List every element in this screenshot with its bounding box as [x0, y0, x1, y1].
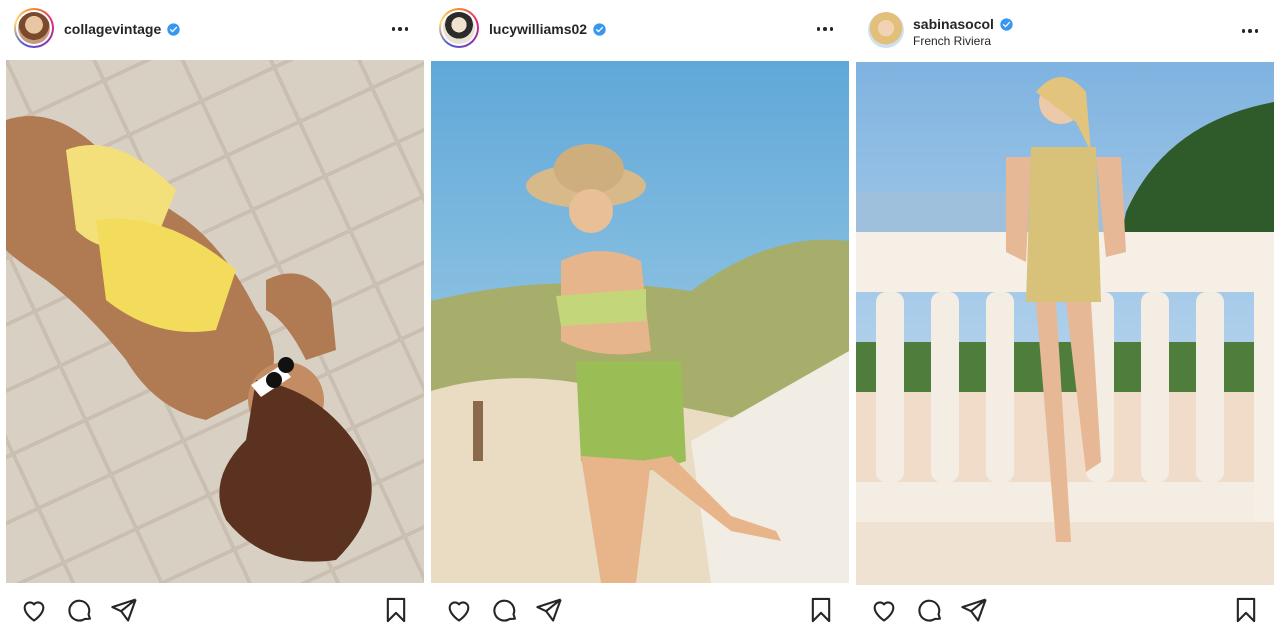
post-card: sabinasocol French Riviera	[856, 0, 1274, 631]
paper-plane-icon[interactable]	[960, 596, 988, 624]
bookmark-icon[interactable]	[382, 596, 410, 624]
post-actions	[856, 592, 1274, 628]
more-options-icon[interactable]	[390, 19, 410, 39]
bookmark-icon[interactable]	[1232, 596, 1260, 624]
paper-plane-icon[interactable]	[535, 596, 563, 624]
comment-icon[interactable]	[66, 596, 94, 624]
comment-icon[interactable]	[916, 596, 944, 624]
bookmark-icon[interactable]	[807, 596, 835, 624]
post-card: lucywilliams02	[431, 0, 849, 631]
comment-icon[interactable]	[491, 596, 519, 624]
post-card: collagevintage	[6, 0, 424, 631]
post-photo[interactable]	[431, 61, 849, 583]
post-header: sabinasocol French Riviera	[856, 0, 1274, 60]
post-location[interactable]: French Riviera	[913, 34, 1013, 48]
username[interactable]: collagevintage	[64, 21, 161, 37]
username[interactable]: sabinasocol	[913, 16, 994, 32]
paper-plane-icon[interactable]	[110, 596, 138, 624]
post-photo[interactable]	[6, 60, 424, 583]
post-photo[interactable]	[856, 62, 1274, 585]
avatar[interactable]	[439, 8, 479, 48]
heart-icon[interactable]	[445, 596, 473, 624]
verified-badge-icon	[167, 22, 180, 36]
more-options-icon[interactable]	[1240, 21, 1260, 41]
post-actions	[431, 592, 849, 628]
verified-badge-icon	[593, 22, 606, 36]
verified-badge-icon	[1000, 17, 1013, 31]
username[interactable]: lucywilliams02	[489, 21, 587, 37]
avatar[interactable]	[14, 8, 54, 48]
post-actions	[6, 592, 424, 628]
heart-icon[interactable]	[870, 596, 898, 624]
post-header: lucywilliams02	[431, 0, 849, 60]
post-header: collagevintage	[6, 0, 424, 60]
avatar[interactable]	[868, 12, 904, 48]
heart-icon[interactable]	[20, 596, 48, 624]
more-options-icon[interactable]	[815, 19, 835, 39]
